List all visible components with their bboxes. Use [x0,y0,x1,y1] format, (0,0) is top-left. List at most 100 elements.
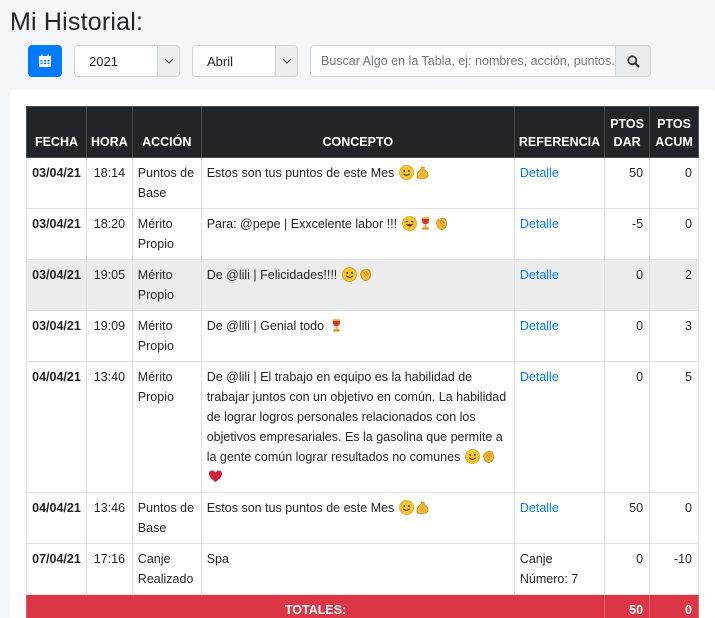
cell-accion: Mérito Propio [131,259,202,311]
cell-accion: Puntos de Base [131,492,202,544]
totals-row: TOTALES: 50 0 [25,594,699,618]
cell-ptos-acum: -10 [649,543,699,595]
calendar-button[interactable] [28,45,62,77]
detalle-link[interactable]: Detalle [520,268,559,282]
clap-emoji-icon [434,216,449,231]
concepto-text: De @lili | Genial todo [206,319,325,333]
cell-accion: Mérito Propio [131,310,202,362]
calendar-icon [39,54,51,67]
search-icon [626,54,640,68]
cell-hora: 17:16 [85,543,133,595]
totals-ptos-dar: 50 [604,594,651,618]
cell-accion: Canje Realizado [131,543,202,595]
col-ptos-acum[interactable]: PTOS ACUM [649,106,699,158]
trophy-emoji-icon [418,216,433,231]
smile-emoji-icon [464,449,480,464]
cell-fecha: 03/04/21 [26,310,87,362]
chevron-down-icon [275,46,297,76]
cell-referencia: Detalle [513,310,606,362]
history-card: FECHA HORA ACCIÓN CONCEPTO REFERENCIA PT… [10,90,715,618]
concepto-text: Para: @pepe | Exxcelente labor !!! [206,217,398,231]
page-title: Mi Historial: [10,8,144,36]
cell-fecha: 07/04/21 [26,543,87,595]
laugh-emoji-icon [401,216,417,231]
cell-ptos-dar: 0 [604,543,651,595]
cell-referencia: Detalle [513,208,606,260]
concepto-text: De @lili | El trabajo en equipo es la ha… [206,370,507,464]
cell-hora: 19:05 [85,259,133,311]
clap-emoji-icon [481,449,496,464]
month-select[interactable]: Abril [192,45,298,77]
smile-emoji-icon [398,165,414,180]
cell-hora: 19:09 [85,310,133,362]
trophy-emoji-icon [329,318,344,333]
cell-referencia: Detalle [513,157,606,209]
concepto-text: Estos son tus puntos de este Mes [206,501,395,515]
cell-hora: 13:46 [85,492,133,544]
cell-referencia: Detalle [513,361,606,493]
search-button[interactable] [615,45,651,77]
history-table: FECHA HORA ACCIÓN CONCEPTO REFERENCIA PT… [25,106,699,618]
cell-concepto: De @lili | El trabajo en equipo es la ha… [200,361,515,493]
heart-emoji-icon [208,469,223,484]
cell-accion: Puntos de Base [131,157,202,209]
cell-hora: 18:14 [85,157,133,209]
cell-referencia: Canje Número: 7 [513,543,606,595]
totals-ptos-acum: 0 [649,594,699,618]
cell-ptos-acum: 2 [649,259,699,311]
detalle-link[interactable]: Detalle [520,370,559,384]
table-row: 04/04/21 13:46 Puntos de Base Estos son tus… [26,492,699,544]
table-row: 03/04/21 18:14 Puntos de Base Estos son tus… [26,157,699,209]
search-input[interactable]: Buscar Algo en la Tabla, ej: nombres, ac… [310,45,616,77]
cell-ptos-acum: 5 [649,361,699,493]
table-row: 03/04/21 19:09 Mérito Propio De @lili | Gen… [26,310,699,362]
col-referencia[interactable]: REFERENCIA [513,106,606,158]
detalle-link[interactable]: Detalle [520,501,559,515]
cell-hora: 18:20 [85,208,133,260]
cell-ptos-dar: 50 [604,492,651,544]
cell-fecha: 03/04/21 [26,208,87,260]
detalle-link[interactable]: Detalle [520,319,559,333]
concepto-text: De @lili | Felicidades!!!! [206,268,338,282]
cell-ptos-acum: 0 [649,157,699,209]
cell-concepto: Spa [200,543,515,595]
year-select[interactable]: 2021 [74,45,180,77]
year-select-value: 2021 [89,54,118,69]
cell-fecha: 03/04/21 [26,157,87,209]
cell-accion: Mérito Propio [131,208,202,260]
smile-emoji-icon [341,267,357,282]
col-hora[interactable]: HORA [85,106,133,158]
table-header-row: FECHA HORA ACCIÓN CONCEPTO REFERENCIA PT… [26,106,699,158]
table-row: 04/04/21 13:40 Mérito Propio De @lili | El … [26,361,699,493]
table-row: 07/04/21 17:16 Canje Realizado Spa Canje Nú… [26,543,699,595]
col-fecha[interactable]: FECHA [26,106,87,158]
cell-concepto: De @lili | Genial todo [200,310,515,362]
chevron-down-icon [157,46,179,76]
cell-ptos-dar: 0 [604,259,651,311]
smile-emoji-icon [398,500,414,515]
col-concepto[interactable]: CONCEPTO [200,106,515,158]
muscle-emoji-icon [415,165,430,180]
cell-accion: Mérito Propio [131,361,202,493]
cell-ptos-acum: 3 [649,310,699,362]
cell-referencia: Detalle [513,492,606,544]
detalle-link[interactable]: Detalle [520,166,559,180]
cell-ptos-acum: 0 [649,492,699,544]
cell-concepto: Para: @pepe | Exxcelente labor !!! [200,208,515,260]
month-select-value: Abril [207,54,234,69]
col-accion[interactable]: ACCIÓN [131,106,202,158]
col-ptos-dar[interactable]: PTOS DAR [604,106,651,158]
cell-ptos-dar: 0 [604,361,651,493]
cell-hora: 13:40 [85,361,133,493]
cell-fecha: 04/04/21 [26,361,87,493]
cell-concepto: De @lili | Felicidades!!!! [200,259,515,311]
muscle-emoji-icon [415,500,430,515]
cell-referencia: Detalle [513,259,606,311]
cell-concepto: Estos son tus puntos de este Mes [200,157,515,209]
cell-fecha: 03/04/21 [26,259,87,311]
detalle-link[interactable]: Detalle [520,217,559,231]
cell-fecha: 04/04/21 [26,492,87,544]
concepto-text: Spa [206,552,229,566]
cell-ptos-acum: 0 [649,208,699,260]
concepto-text: Estos son tus puntos de este Mes [206,166,395,180]
